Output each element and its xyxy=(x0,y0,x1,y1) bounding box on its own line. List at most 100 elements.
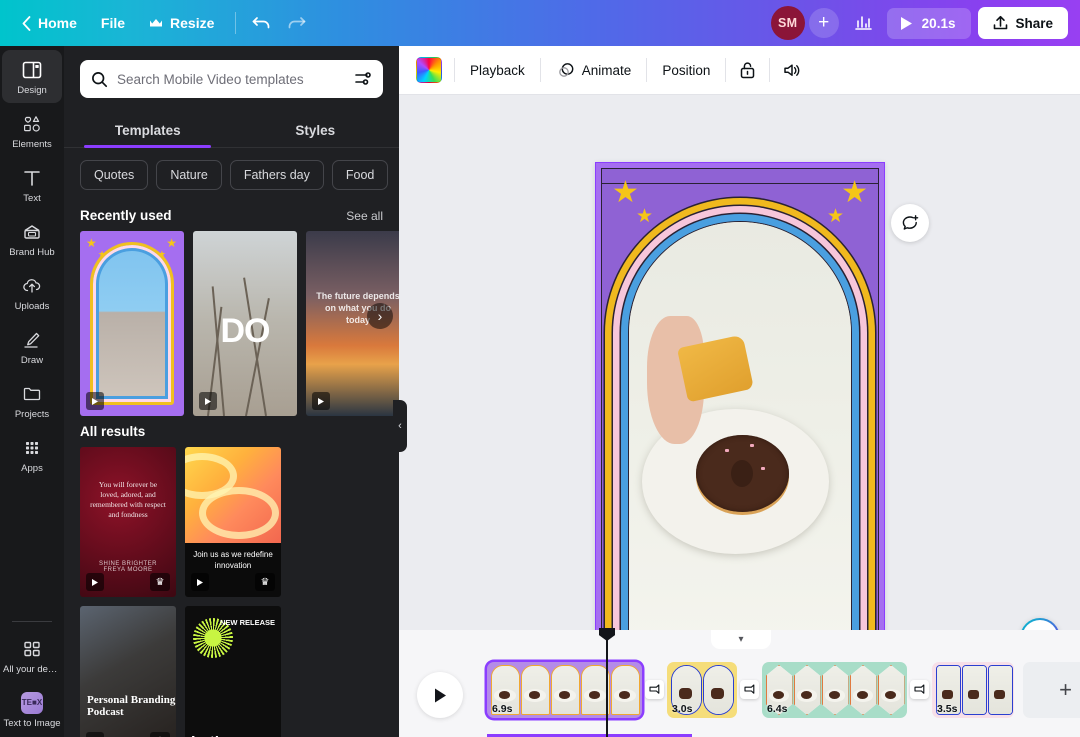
tab-styles[interactable]: Styles xyxy=(232,114,400,147)
transition-icon[interactable] xyxy=(740,680,759,699)
search-box[interactable] xyxy=(80,60,383,98)
template-card[interactable]: You will forever be loved, adored, and r… xyxy=(80,447,176,597)
avatar[interactable]: SM xyxy=(771,6,805,40)
timeline-clip[interactable]: 3.5s xyxy=(932,662,1014,718)
tab-templates[interactable]: Templates xyxy=(64,114,232,147)
chevron-down-icon: ▾ xyxy=(738,634,743,645)
recently-used-header: Recently used See all xyxy=(64,200,399,231)
strip-next-button[interactable]: › xyxy=(367,303,393,329)
text-to-image-icon: TE■X xyxy=(21,692,43,714)
speaker-icon xyxy=(782,61,802,80)
timeline-clip[interactable]: 6.9s xyxy=(487,662,642,718)
clip-duration: 3.0s xyxy=(672,703,692,715)
rail-divider xyxy=(12,621,52,622)
play-icon[interactable] xyxy=(191,573,209,591)
canva-video-editor: Home File Resize xyxy=(0,0,1080,737)
lock-button[interactable] xyxy=(731,54,764,87)
add-page-button[interactable]: + xyxy=(1023,662,1080,718)
see-all-link[interactable]: See all xyxy=(346,209,383,223)
template-card[interactable]: Personal Branding Podcast ♛ xyxy=(80,606,176,737)
home-label: Home xyxy=(38,15,77,31)
template-card[interactable]: ★ ★ ★ ★ xyxy=(80,231,184,416)
chevron-right-icon[interactable]: › xyxy=(396,166,399,184)
design-canvas[interactable]: ★ ★ ★ ★ ★ ★ xyxy=(595,162,885,678)
all-results-grid: You will forever be loved, adored, and r… xyxy=(64,447,399,737)
transition-icon[interactable] xyxy=(645,680,664,699)
insights-button[interactable] xyxy=(846,6,880,40)
text-icon xyxy=(21,167,43,189)
sidebar-item-draw[interactable]: Draw xyxy=(2,320,62,373)
transition-icon[interactable] xyxy=(910,680,929,699)
resize-button[interactable]: Resize xyxy=(137,8,226,38)
file-menu-button[interactable]: File xyxy=(89,8,137,38)
sidebar-item-elements[interactable]: Elements xyxy=(2,104,62,157)
position-button[interactable]: Position xyxy=(650,56,722,85)
play-icon[interactable] xyxy=(199,392,217,410)
toolbar-divider xyxy=(725,58,726,82)
sidebar-item-uploads[interactable]: Uploads xyxy=(2,266,62,319)
sidebar-item-all-your-designs[interactable]: All your desi... xyxy=(2,629,62,682)
filter-sliders-icon[interactable] xyxy=(354,70,372,88)
sidebar-item-design[interactable]: Design xyxy=(2,50,62,103)
left-sidebar-rail: Design Elements Text Brand Hub xyxy=(0,46,64,737)
volume-button[interactable] xyxy=(775,54,808,87)
template-card[interactable]: NEW RELEASE Let's xyxy=(185,606,281,737)
add-collaborator-button[interactable]: + xyxy=(809,8,839,38)
chip-food[interactable]: Food xyxy=(332,160,389,190)
chip-nature[interactable]: Nature xyxy=(156,160,222,190)
crown-icon: ♛ xyxy=(255,573,275,591)
draw-icon xyxy=(21,329,43,351)
play-icon[interactable] xyxy=(86,392,104,410)
top-bar: Home File Resize xyxy=(0,0,1080,46)
add-comment-button[interactable] xyxy=(891,204,929,242)
video-duration: 20.1s xyxy=(922,16,956,31)
play-icon[interactable] xyxy=(86,573,104,591)
timeline-clip[interactable]: 6.4s xyxy=(762,662,907,718)
sidebar-item-text-to-image[interactable]: TE■X Text to Image xyxy=(2,683,62,736)
toolbar-divider xyxy=(769,58,770,82)
animate-button[interactable]: Animate xyxy=(544,54,644,87)
rainbow-color-swatch[interactable] xyxy=(416,57,442,83)
design-icon xyxy=(21,59,43,81)
sidebar-label: Text to Image xyxy=(3,718,60,729)
all-results-header: All results xyxy=(64,416,399,447)
toolbar-divider xyxy=(454,58,455,82)
sidebar-item-text[interactable]: Text xyxy=(2,158,62,211)
top-bar-left-group: Home File Resize xyxy=(0,6,313,40)
template-card[interactable]: Join us as we redefine innovation ♛ xyxy=(185,447,281,597)
hide-panel-handle[interactable]: ‹ xyxy=(393,400,407,452)
star-icon: ★ xyxy=(612,175,639,210)
sidebar-item-apps[interactable]: Apps xyxy=(2,428,62,481)
chevron-left-icon: ‹ xyxy=(398,420,402,432)
recently-used-strip: ★ ★ ★ ★ DO The future depends on wha xyxy=(64,231,399,416)
chip-fathers-day[interactable]: Fathers day xyxy=(230,160,324,190)
redo-button[interactable] xyxy=(279,6,313,40)
back-home-button[interactable]: Home xyxy=(10,8,89,38)
playback-button[interactable]: Playback xyxy=(458,56,537,85)
resize-label: Resize xyxy=(170,15,214,31)
file-label: File xyxy=(101,15,125,31)
timeline-play-button[interactable] xyxy=(417,672,463,718)
play-icon[interactable] xyxy=(86,732,104,737)
sidebar-item-projects[interactable]: Projects xyxy=(2,374,62,427)
undo-button[interactable] xyxy=(245,6,279,40)
sidebar-label: Draw xyxy=(21,355,43,366)
share-button[interactable]: Share xyxy=(978,7,1068,39)
search-input[interactable] xyxy=(117,72,345,87)
sidebar-item-brand-hub[interactable]: Brand Hub xyxy=(2,212,62,265)
donut-photo xyxy=(629,222,851,648)
play-icon[interactable] xyxy=(312,392,330,410)
animate-label: Animate xyxy=(582,63,632,78)
timeline-clip[interactable]: 3.0s xyxy=(667,662,737,718)
playhead[interactable] xyxy=(606,640,608,737)
bar-chart-icon xyxy=(853,13,873,33)
chip-quotes[interactable]: Quotes xyxy=(80,160,148,190)
toolbar-divider xyxy=(235,12,236,34)
crown-icon xyxy=(149,18,163,29)
template-card[interactable]: DO xyxy=(193,231,297,416)
sidebar-label: Uploads xyxy=(15,301,50,312)
folder-icon xyxy=(21,383,43,405)
brand-hub-icon xyxy=(21,221,43,243)
preview-play-button[interactable]: 20.1s xyxy=(887,8,972,39)
zigzag-border xyxy=(602,183,878,197)
